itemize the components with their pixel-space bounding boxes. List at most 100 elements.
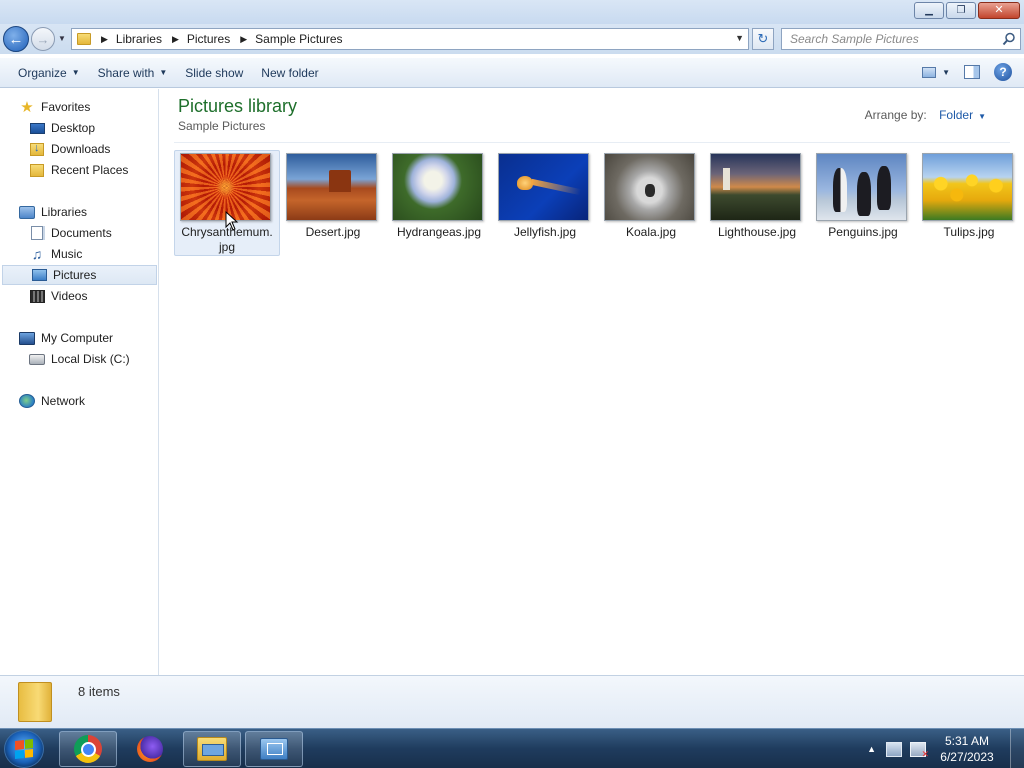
- details-pane: 8 items: [0, 675, 1024, 728]
- file-item-jellyfish[interactable]: Jellyfish.jpg: [492, 150, 598, 256]
- preview-pane-icon[interactable]: [964, 65, 980, 79]
- clock-date: 6/27/2023: [940, 750, 994, 764]
- arrange-by-label: Arrange by:: [864, 108, 927, 122]
- file-item-chrysanthemum[interactable]: Chrysanthemum. jpg: [174, 150, 280, 256]
- file-item-koala[interactable]: Koala.jpg: [598, 150, 704, 256]
- file-item-tulips[interactable]: Tulips.jpg: [916, 150, 1022, 256]
- remote-desktop-icon: [260, 738, 288, 760]
- folder-icon: [18, 682, 52, 722]
- new-folder-label: New folder: [261, 65, 319, 80]
- organize-menu[interactable]: Organize ▼: [9, 66, 89, 80]
- file-item-lighthouse[interactable]: Lighthouse.jpg: [704, 150, 810, 256]
- taskbar-firefox[interactable]: [121, 731, 179, 767]
- share-with-label: Share with: [97, 65, 155, 80]
- show-desktop-button[interactable]: [1010, 729, 1024, 768]
- nav-item-local-disk[interactable]: Local Disk (C:): [29, 349, 130, 369]
- music-icon: ♫: [31, 246, 43, 262]
- nav-item-network[interactable]: Network: [19, 391, 85, 411]
- nav-item-libraries[interactable]: Libraries: [19, 202, 87, 222]
- file-name: Desert.jpg: [305, 225, 361, 239]
- close-button[interactable]: ✕: [978, 2, 1020, 19]
- chevron-down-icon: ▼: [159, 68, 168, 77]
- search-icon[interactable]: [1002, 32, 1016, 46]
- taskbar-chrome[interactable]: [59, 731, 117, 767]
- taskbar-remote-desktop[interactable]: [245, 731, 303, 767]
- downloads-icon: [29, 142, 45, 156]
- star-icon: ★: [20, 98, 34, 116]
- file-item-penguins[interactable]: Penguins.jpg: [810, 150, 916, 256]
- title-bar: ▁ ❐ ✕: [0, 0, 1024, 24]
- slide-show-button[interactable]: Slide show: [176, 66, 252, 80]
- thumbnail-image: [498, 153, 589, 221]
- nav-item-desktop[interactable]: Desktop: [29, 118, 95, 138]
- nav-item-recent-places[interactable]: Recent Places: [29, 160, 128, 180]
- refresh-button[interactable]: ↻: [752, 28, 774, 50]
- nav-item-favorites[interactable]: ★ Favorites: [19, 97, 90, 117]
- slide-show-label: Slide show: [185, 65, 244, 80]
- file-name: Tulips.jpg: [943, 225, 995, 239]
- address-bar[interactable]: ▶ Libraries ▶ Pictures ▶ Sample Pictures…: [71, 28, 749, 50]
- search-box[interactable]: [781, 28, 1021, 50]
- taskbar-windows-explorer[interactable]: [183, 731, 241, 767]
- nav-item-label: Favorites: [41, 100, 91, 114]
- new-folder-button[interactable]: New folder: [252, 66, 327, 80]
- recent-places-icon: [29, 163, 45, 177]
- thumbnail-image: [710, 153, 801, 221]
- start-button[interactable]: [4, 730, 44, 768]
- close-icon: ✕: [994, 4, 1004, 16]
- nav-item-music[interactable]: ♫ Music: [29, 244, 83, 264]
- minimize-icon: ▁: [925, 4, 933, 16]
- search-input[interactable]: [790, 29, 1000, 49]
- file-item-hydrangeas[interactable]: Hydrangeas.jpg: [386, 150, 492, 256]
- breadcrumb-libraries[interactable]: Libraries: [116, 32, 162, 46]
- breadcrumb-sample-pictures[interactable]: Sample Pictures: [255, 32, 342, 46]
- videos-icon: [29, 289, 45, 303]
- change-view-icon[interactable]: [922, 66, 937, 78]
- nav-item-downloads[interactable]: Downloads: [29, 139, 110, 159]
- nav-item-videos[interactable]: Videos: [29, 286, 87, 306]
- volume-muted-icon[interactable]: [910, 741, 929, 760]
- nav-item-label: Music: [51, 247, 83, 261]
- network-status-icon[interactable]: [886, 741, 902, 757]
- file-name: Penguins.jpg: [828, 225, 898, 239]
- help-icon[interactable]: ?: [994, 63, 1012, 81]
- arrange-by-dropdown[interactable]: Folder ▼: [939, 108, 986, 122]
- view-options-dropdown-icon[interactable]: ▼: [942, 68, 950, 77]
- computer-icon: [19, 331, 35, 345]
- forward-button[interactable]: →: [31, 27, 55, 51]
- nav-item-my-computer[interactable]: My Computer: [19, 328, 113, 348]
- breadcrumb-separator-icon[interactable]: ▶: [172, 34, 179, 45]
- chevron-down-icon: ▼: [978, 112, 986, 121]
- thumbnail-image: [604, 153, 695, 221]
- minimize-button[interactable]: ▁: [914, 2, 944, 19]
- desktop-icon: [29, 121, 45, 135]
- pictures-icon: [31, 268, 47, 282]
- restore-icon: ❐: [956, 4, 966, 16]
- nav-item-label: Downloads: [51, 142, 111, 156]
- clock[interactable]: 5:31 AM 6/27/2023: [934, 733, 1000, 765]
- mouse-cursor-icon: [225, 211, 239, 231]
- show-hidden-icons-icon[interactable]: ▲: [867, 744, 876, 754]
- thumbnail-image: [392, 153, 483, 221]
- file-item-desert[interactable]: Desert.jpg: [280, 150, 386, 256]
- window-controls: ▁ ❐ ✕: [914, 2, 1020, 19]
- nav-item-label: Desktop: [51, 121, 96, 135]
- chrome-icon: [74, 735, 102, 763]
- breadcrumb-separator-icon[interactable]: ▶: [101, 34, 108, 45]
- nav-item-label: Network: [41, 394, 86, 408]
- back-arrow-icon: ←: [8, 30, 24, 48]
- nav-item-documents[interactable]: Documents: [29, 223, 112, 243]
- breadcrumb-separator-icon[interactable]: ▶: [240, 34, 247, 45]
- restore-button[interactable]: ❐: [946, 2, 976, 19]
- firefox-icon: [137, 736, 163, 762]
- nav-item-pictures[interactable]: Pictures: [2, 265, 157, 285]
- back-button[interactable]: ←: [3, 26, 29, 52]
- share-with-menu[interactable]: Share with ▼: [89, 66, 177, 80]
- address-dropdown-icon[interactable]: ▼: [735, 33, 744, 43]
- file-name: Hydrangeas.jpg: [396, 225, 482, 239]
- recent-pages-dropdown-icon[interactable]: ▼: [58, 34, 66, 43]
- windows-logo-icon: [15, 739, 33, 759]
- documents-icon: [29, 226, 45, 240]
- breadcrumb-pictures[interactable]: Pictures: [187, 32, 230, 46]
- nav-item-label: Documents: [51, 226, 112, 240]
